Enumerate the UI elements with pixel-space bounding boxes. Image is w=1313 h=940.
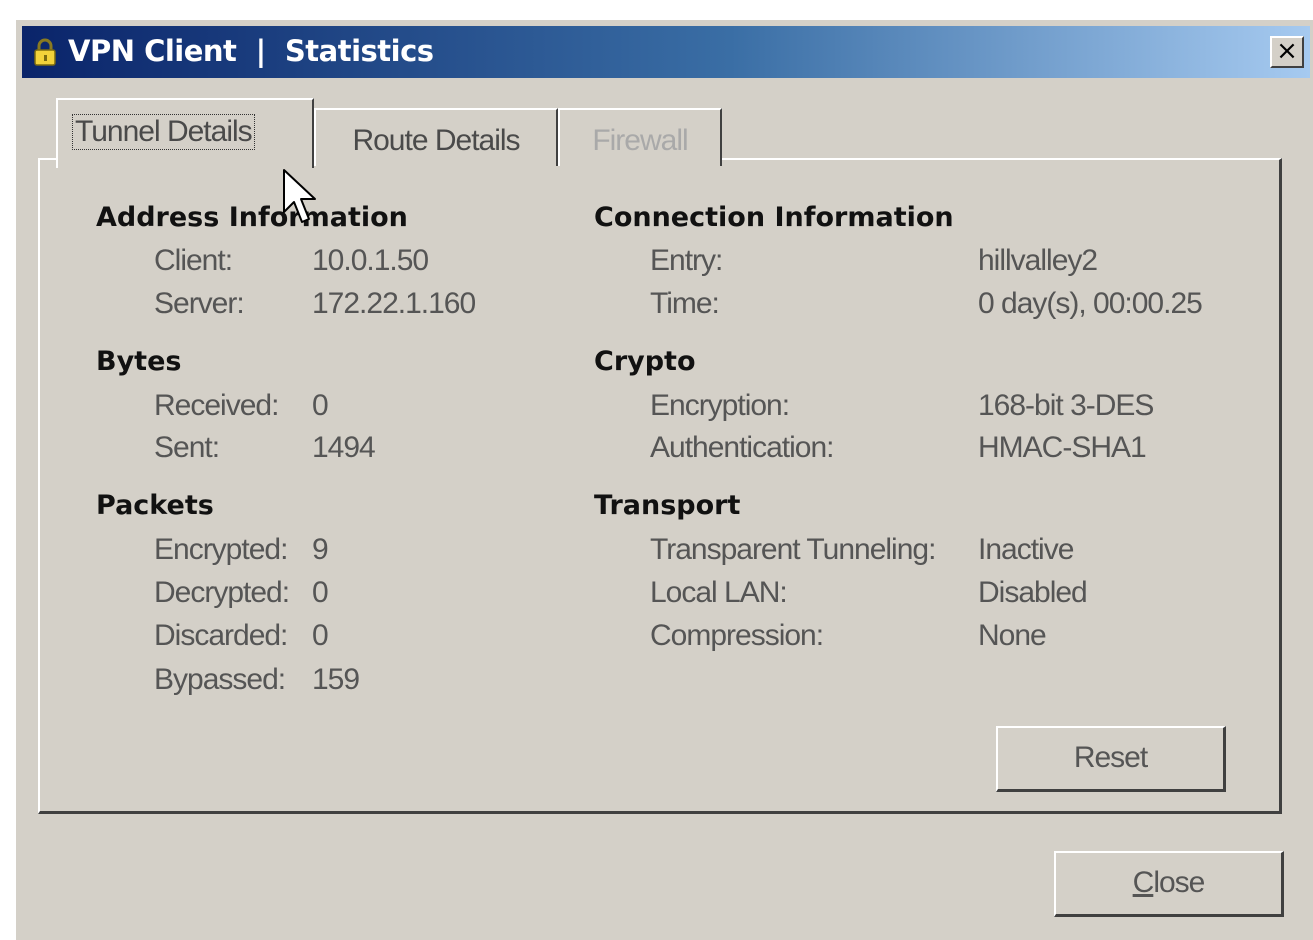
vpn-statistics-dialog: VPN Client | Statistics × Tunnel Details… (14, 18, 1313, 940)
tunnel-details-panel: Address Information Client: 10.0.1.50 Se… (38, 158, 1282, 814)
discarded-label: Discarded: (154, 619, 288, 652)
received-label: Received: (154, 389, 279, 422)
close-icon[interactable]: × (1270, 36, 1304, 68)
transport-section-title: Transport (594, 490, 741, 521)
tab-route-details[interactable]: Route Details (314, 108, 558, 166)
close-mnemonic: C (1132, 866, 1155, 899)
entry-label: Entry: (650, 244, 723, 277)
entry-value: hillvalley2 (978, 244, 1098, 277)
connection-section-title: Connection Information (594, 202, 954, 233)
decrypted-label: Decrypted: (154, 576, 290, 609)
tab-firewall[interactable]: Firewall (558, 108, 722, 166)
client-value: 10.0.1.50 (312, 244, 429, 277)
encrypted-value: 9 (312, 533, 329, 566)
tab-label: Tunnel Details (72, 114, 255, 150)
local-lan-label: Local LAN: (650, 576, 788, 609)
address-section-title: Address Information (96, 202, 408, 233)
sent-label: Sent: (154, 431, 220, 464)
client-label: Client: (154, 244, 233, 277)
compression-value: None (978, 619, 1047, 652)
mouse-pointer-icon (283, 169, 316, 223)
server-label: Server: (154, 287, 245, 320)
packets-section-title: Packets (96, 490, 214, 521)
time-label: Time: (650, 287, 720, 320)
tab-label: Firewall (592, 124, 688, 157)
bypassed-value: 159 (312, 663, 360, 696)
close-button[interactable]: Close (1054, 851, 1284, 917)
tab-tunnel-details[interactable]: Tunnel Details (56, 98, 314, 168)
title-bar[interactable]: VPN Client | Statistics × (22, 26, 1310, 78)
time-value: 0 day(s), 00:00.25 (978, 287, 1203, 320)
authentication-label: Authentication: (650, 431, 834, 464)
lock-icon (34, 38, 56, 66)
crypto-section-title: Crypto (594, 346, 696, 377)
close-label-rest: lose (1153, 866, 1205, 899)
server-value: 172.22.1.160 (312, 287, 476, 320)
decrypted-value: 0 (312, 576, 329, 609)
received-value: 0 (312, 389, 329, 422)
bypassed-label: Bypassed: (154, 663, 286, 696)
authentication-value: HMAC-SHA1 (978, 431, 1147, 464)
sent-value: 1494 (312, 431, 376, 464)
local-lan-value: Disabled (978, 576, 1088, 609)
discarded-value: 0 (312, 619, 329, 652)
encrypted-label: Encrypted: (154, 533, 288, 566)
encryption-value: 168-bit 3-DES (978, 389, 1154, 422)
window-title: VPN Client | Statistics (68, 34, 434, 68)
bytes-section-title: Bytes (96, 346, 182, 377)
transparent-tunneling-label: Transparent Tunneling: (650, 533, 936, 566)
encryption-label: Encryption: (650, 389, 790, 422)
tab-label: Route Details (352, 124, 520, 157)
compression-label: Compression: (650, 619, 824, 652)
transparent-tunneling-value: Inactive (978, 533, 1074, 566)
